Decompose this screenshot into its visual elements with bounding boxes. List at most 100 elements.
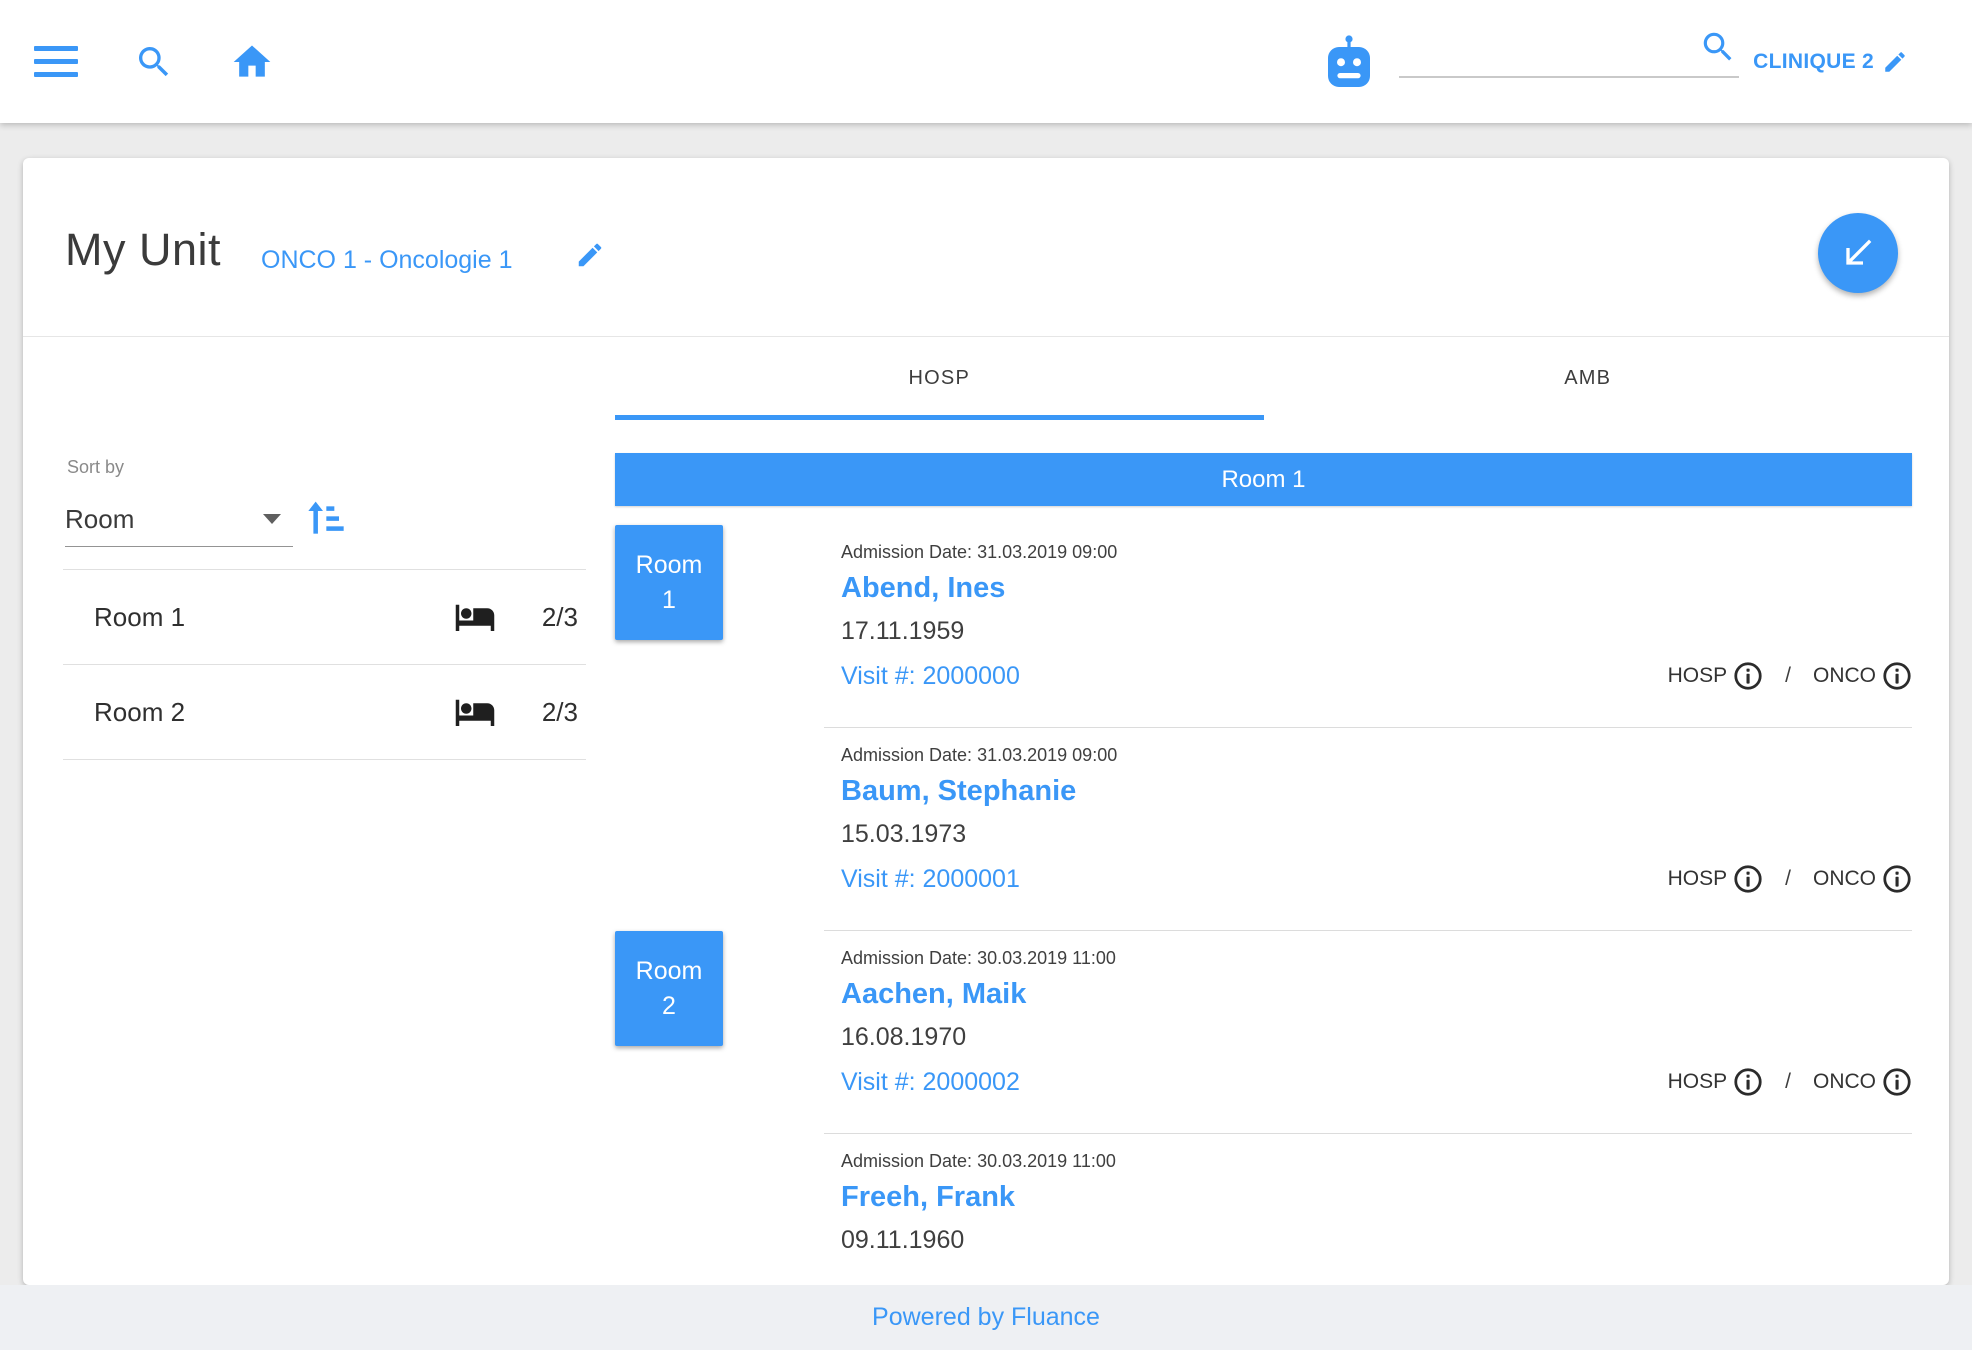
menu-button[interactable] xyxy=(34,46,78,77)
info-icon[interactable] xyxy=(1733,1067,1763,1097)
badge-column: Room 2 xyxy=(615,931,824,1134)
sort-select[interactable]: Room xyxy=(65,492,293,547)
entry-content: Admission Date: 31.03.2019 09:00 Baum, S… xyxy=(824,728,1912,931)
patient-dob: 17.11.1959 xyxy=(841,611,1912,651)
admission-label: Admission Date: xyxy=(841,1151,972,1171)
tab-amb[interactable]: AMB xyxy=(1264,337,1913,420)
patient-dob: 15.03.1973 xyxy=(841,814,1912,854)
admission-date: Admission Date: 30.03.2019 11:00 xyxy=(841,1148,1912,1174)
patient-dob: 09.11.1960 xyxy=(841,1220,1912,1260)
sort-direction-button[interactable] xyxy=(305,499,345,539)
page-title: My Unit xyxy=(65,224,221,276)
footer: Powered by Fluance xyxy=(0,1285,1972,1350)
category-onco-label: ONCO xyxy=(1813,1070,1876,1094)
room-occupancy: 2/3 xyxy=(526,697,578,728)
patient-dob: 16.08.1970 xyxy=(841,1017,1912,1057)
top-toolbar: CLINIQUE 2 xyxy=(0,0,1972,123)
room-badge-line2: 1 xyxy=(662,586,676,615)
collapse-fab-button[interactable] xyxy=(1818,213,1898,293)
edit-unit-button[interactable] xyxy=(575,240,605,270)
visit-label: Visit #: xyxy=(841,662,916,690)
global-search-field xyxy=(1399,32,1739,92)
room-badge: Room 2 xyxy=(615,931,723,1046)
patient-name-link[interactable]: Aachen, Maik xyxy=(841,973,1912,1015)
menu-icon xyxy=(34,46,78,77)
category-hosp-label: HOSP xyxy=(1668,664,1728,688)
sort-by-label: Sort by xyxy=(67,457,124,478)
info-icon[interactable] xyxy=(1882,864,1912,894)
visit-row xyxy=(841,1264,1912,1285)
info-icon[interactable] xyxy=(1882,1067,1912,1097)
room-list: Room 1 2/3 Room 2 2/3 xyxy=(63,569,586,760)
visit-row: Visit #: 2000000 HOSP / ONCO xyxy=(841,655,1912,697)
category-hosp-label: HOSP xyxy=(1668,867,1728,891)
visit-number-link[interactable]: Visit #: 2000001 xyxy=(841,865,1020,894)
visit-row: Visit #: 2000002 HOSP / ONCO xyxy=(841,1061,1912,1103)
clinic-label: CLINIQUE 2 xyxy=(1753,50,1874,74)
tab-hosp[interactable]: HOSP xyxy=(615,337,1264,420)
admission-value: 30.03.2019 11:00 xyxy=(977,948,1116,968)
room-sidebar: Sort by Room xyxy=(23,337,615,1285)
admission-value: 31.03.2019 09:00 xyxy=(977,745,1117,765)
card-header: My Unit ONCO 1 - Oncologie 1 xyxy=(23,158,1949,337)
patient-name-link[interactable]: Baum, Stephanie xyxy=(841,770,1912,812)
room-group-header: Room 1 xyxy=(615,453,1912,506)
powered-by-link[interactable]: Powered by Fluance xyxy=(872,1303,1100,1332)
room-badge-line1: Room xyxy=(636,551,703,580)
clinic-selector[interactable]: CLINIQUE 2 xyxy=(1753,49,1908,75)
info-icon[interactable] xyxy=(1733,661,1763,691)
category-onco-label: ONCO xyxy=(1813,867,1876,891)
patient-entries: Room 1 Admission Date: 31.03.2019 09:00 … xyxy=(615,525,1912,1285)
home-button[interactable] xyxy=(230,40,274,84)
patient-name-link[interactable]: Freeh, Frank xyxy=(841,1176,1912,1218)
sort-select-value: Room xyxy=(65,504,134,535)
visit-label: Visit #: xyxy=(841,865,916,893)
robot-icon xyxy=(1323,33,1375,91)
visit-value: 2000000 xyxy=(923,662,1020,690)
visit-number-link[interactable]: Visit #: 2000000 xyxy=(841,662,1020,691)
patient-entry: Admission Date: 31.03.2019 09:00 Baum, S… xyxy=(615,728,1912,931)
sort-ascending-icon xyxy=(305,499,345,539)
bed-icon xyxy=(454,691,496,733)
my-unit-card: My Unit ONCO 1 - Oncologie 1 Sort by Roo… xyxy=(23,158,1949,1285)
arrow-down-left-icon xyxy=(1838,233,1878,273)
category-badges: HOSP / ONCO xyxy=(1668,661,1912,691)
admission-value: 30.03.2019 11:00 xyxy=(977,1151,1116,1171)
info-icon[interactable] xyxy=(1733,864,1763,894)
room-name: Room 1 xyxy=(94,602,185,633)
admission-label: Admission Date: xyxy=(841,542,972,562)
card-body: Sort by Room xyxy=(23,337,1949,1285)
room-name: Room 2 xyxy=(94,697,185,728)
search-icon[interactable] xyxy=(1699,28,1737,66)
category-hosp-label: HOSP xyxy=(1668,1070,1728,1094)
edit-pencil-icon xyxy=(1882,49,1908,75)
entry-content: Admission Date: 30.03.2019 11:00 Aachen,… xyxy=(824,931,1912,1134)
bed-icon xyxy=(454,596,496,638)
admission-date: Admission Date: 31.03.2019 09:00 xyxy=(841,539,1912,565)
search-nav-button[interactable] xyxy=(134,42,174,82)
visit-label: Visit #: xyxy=(841,1068,916,1096)
patient-entry: Admission Date: 30.03.2019 11:00 Freeh, … xyxy=(615,1134,1912,1285)
patient-name-link[interactable]: Abend, Ines xyxy=(841,567,1912,609)
category-badges: HOSP / ONCO xyxy=(1668,1067,1912,1097)
tab-bar: HOSP AMB xyxy=(615,337,1912,420)
global-search-input[interactable] xyxy=(1399,40,1739,78)
caret-down-icon xyxy=(263,514,281,524)
toolbar-left xyxy=(34,40,274,84)
category-separator: / xyxy=(1785,1070,1791,1094)
entry-content: Admission Date: 30.03.2019 11:00 Freeh, … xyxy=(824,1134,1912,1285)
visit-value: 2000001 xyxy=(923,865,1020,893)
info-icon[interactable] xyxy=(1882,661,1912,691)
category-onco-label: ONCO xyxy=(1813,664,1876,688)
room-badge: Room 1 xyxy=(615,525,723,640)
page: CLINIQUE 2 My Unit ONCO 1 - Oncologie 1 xyxy=(0,0,1972,1350)
badge-column: Room 1 xyxy=(615,525,824,728)
patient-entry: Room 1 Admission Date: 31.03.2019 09:00 … xyxy=(615,525,1912,728)
assistant-button[interactable] xyxy=(1323,33,1375,91)
visit-row: Visit #: 2000001 HOSP / ONCO xyxy=(841,858,1912,900)
unit-label[interactable]: ONCO 1 - Oncologie 1 xyxy=(261,246,513,275)
room-row[interactable]: Room 1 2/3 xyxy=(63,570,586,665)
visit-number-link[interactable]: Visit #: 2000002 xyxy=(841,1068,1020,1097)
room-row[interactable]: Room 2 2/3 xyxy=(63,665,586,760)
patient-panel: HOSP AMB Room 1 Room 1 Admission Date: 3… xyxy=(615,337,1912,1285)
